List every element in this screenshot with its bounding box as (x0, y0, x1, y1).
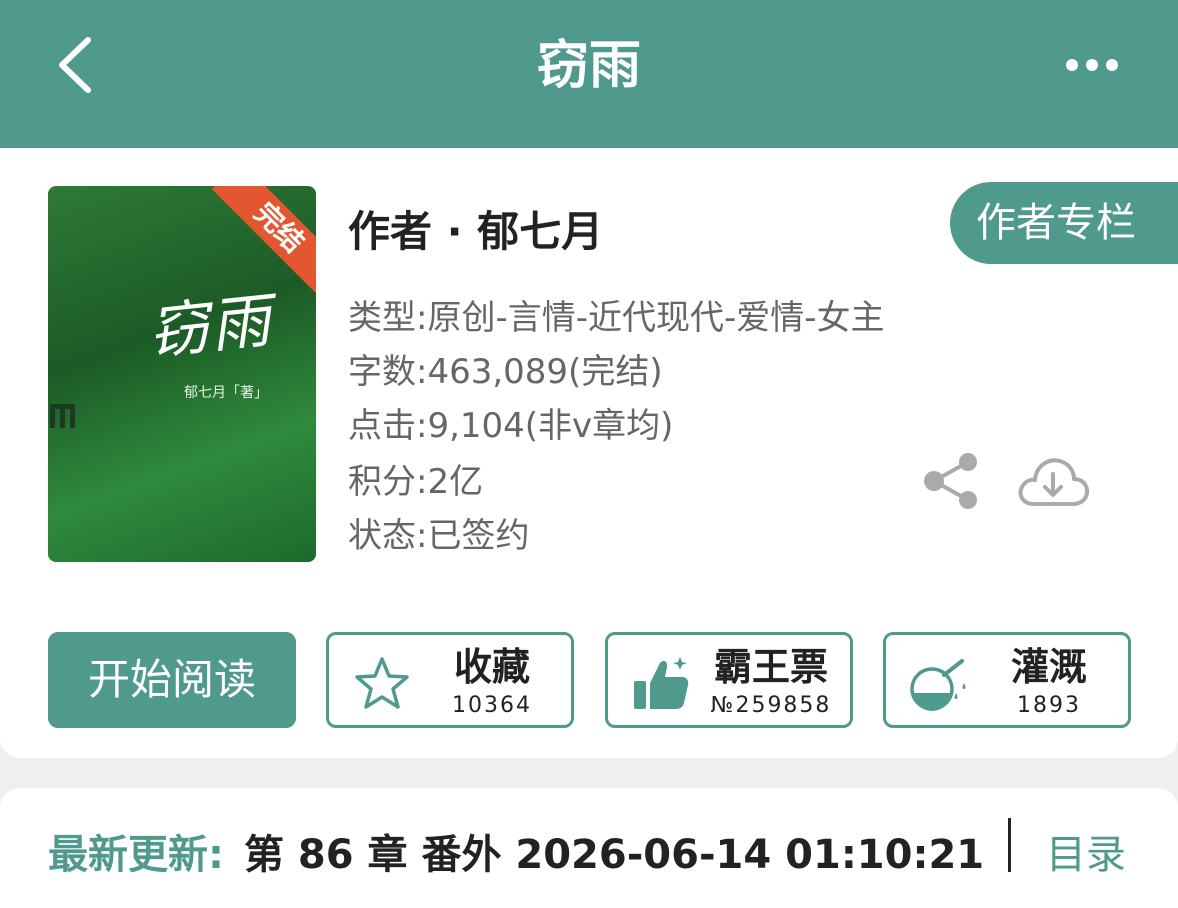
table-of-contents-link[interactable]: 目录 (1046, 822, 1126, 880)
water-label: 灌溉 (1010, 645, 1087, 689)
info-type: 类型:原创-言情-近代现代-爱情-女主 (348, 298, 885, 338)
page-title: 窃雨 (536, 36, 641, 96)
info-score: 积分:2亿 (348, 462, 484, 502)
ticket-label: 霸王票 (713, 645, 828, 689)
share-button[interactable] (922, 452, 980, 510)
cover-decoration (50, 404, 75, 428)
share-icon (924, 453, 977, 509)
download-button[interactable] (1016, 452, 1090, 510)
thumbs-up-icon (634, 657, 689, 709)
latest-update-card[interactable]: 最新更新: 第 86 章 番外 2026-06-14 01:10:21 目录 (0, 788, 1178, 908)
ticket-count: №259858 (710, 693, 832, 718)
book-info-card: 窃雨 郁七月「著」 完结 作者 · 郁七月 作者专栏 类型:原创-言情-近代现代… (0, 148, 1178, 758)
star-icon (355, 657, 409, 709)
cover-title: 窃雨 (145, 285, 276, 369)
book-cover[interactable]: 窃雨 郁七月「著」 完结 (48, 186, 316, 562)
author-column-button[interactable]: 作者专栏 (950, 182, 1178, 264)
cloud-download-icon (1018, 458, 1090, 506)
more-dots-icon (1066, 59, 1118, 71)
collect-label: 收藏 (453, 645, 530, 689)
collect-button[interactable]: 收藏 10364 (326, 632, 574, 728)
info-clicks: 点击:9,104(非v章均) (348, 406, 674, 446)
top-nav-bar: 窃雨 (0, 0, 1178, 148)
latest-update-text[interactable]: 第 86 章 番外 2026-06-14 01:10:21 (244, 822, 984, 880)
divider (1008, 818, 1011, 872)
ticket-button[interactable]: 霸王票 №259858 (605, 632, 853, 728)
author-name[interactable]: 作者 · 郁七月 (348, 198, 603, 259)
water-button[interactable]: 灌溉 1893 (883, 632, 1131, 728)
collect-count: 10364 (452, 693, 532, 718)
watering-flask-icon (910, 659, 966, 711)
latest-update-label: 最新更新: (48, 832, 224, 878)
more-options-button[interactable] (1064, 52, 1120, 78)
cover-author: 郁七月「著」 (184, 385, 268, 401)
start-reading-button[interactable]: 开始阅读 (48, 632, 296, 728)
info-status: 状态:已签约 (348, 516, 530, 556)
info-words: 字数:463,089(完结) (348, 352, 663, 392)
water-count: 1893 (1017, 693, 1081, 718)
